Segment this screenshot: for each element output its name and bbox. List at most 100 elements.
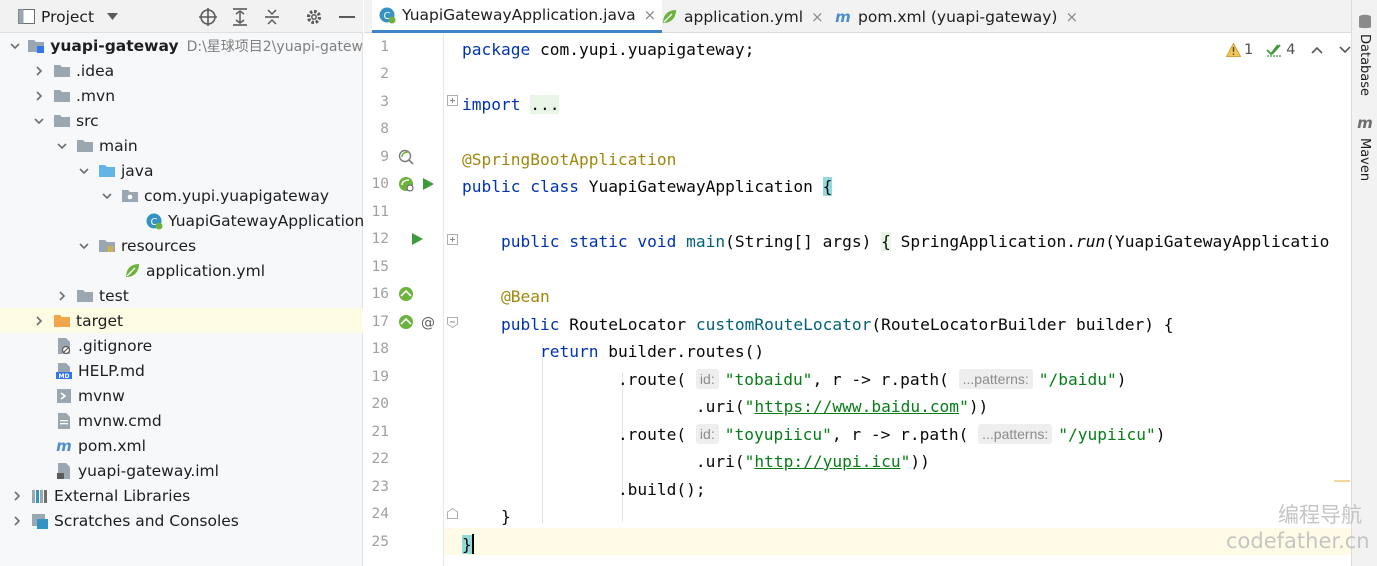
- url-link[interactable]: https://www.baidu.com: [754, 397, 959, 416]
- tree-item-label: HELP.md: [78, 361, 145, 380]
- run-icon[interactable]: [408, 230, 426, 248]
- database-icon: [1358, 14, 1372, 30]
- chevron-right-icon[interactable]: [32, 314, 46, 328]
- chevron-right-icon[interactable]: [55, 289, 69, 303]
- chevron-down-icon[interactable]: [10, 39, 20, 53]
- chevron-down-icon[interactable]: [1339, 46, 1352, 54]
- close-icon[interactable]: ×: [811, 8, 824, 26]
- line-number: 16: [371, 286, 389, 302]
- maven-tool-button[interactable]: m Maven: [1352, 114, 1377, 189]
- tree-item-package[interactable]: com.yupi.yuapigateway: [0, 183, 363, 208]
- svg-text:m: m: [1357, 114, 1373, 132]
- shell-file-icon: [55, 387, 73, 405]
- tree-item-label: yuapi-gateway: [50, 36, 179, 55]
- warning-count: 1: [1244, 42, 1254, 58]
- tree-item-iml[interactable]: yuapi-gateway.iml: [0, 458, 363, 483]
- code-editor[interactable]: package com.yupi.yuapigateway; import ..…: [444, 34, 1351, 566]
- chevron-right-icon[interactable]: [10, 489, 24, 503]
- tree-item-application-class[interactable]: C YuapiGatewayApplication: [0, 208, 363, 233]
- tree-item-test[interactable]: test: [0, 283, 363, 308]
- chevron-down-icon[interactable]: [77, 239, 91, 253]
- folder-icon: [53, 112, 71, 130]
- tree-item-src[interactable]: src: [0, 108, 363, 133]
- tree-item-yuapi-gateway[interactable]: yuapi-gateway D:\星球项目2\yuapi-gatew: [0, 33, 363, 58]
- code-line-22: .uri("http://yupi.icu")): [695, 452, 930, 471]
- svg-text:MD: MD: [59, 373, 70, 380]
- tab-yuapi-gateway-application[interactable]: C YuapiGatewayApplication.java ×: [372, 0, 663, 33]
- line-number: 22: [371, 451, 389, 467]
- tab-pom-xml[interactable]: m pom.xml (yuapi-gateway) ×: [828, 0, 1084, 33]
- scratches-icon: [31, 512, 49, 530]
- spring-bean-icon[interactable]: [397, 285, 415, 303]
- spring-context-icon[interactable]: [397, 175, 415, 193]
- tree-item-label: .gitignore: [78, 336, 153, 355]
- current-line-highlight: [444, 528, 1351, 555]
- chevron-up-icon[interactable]: [1311, 46, 1324, 54]
- hide-panel-icon[interactable]: [339, 0, 355, 33]
- line-number: 25: [371, 534, 389, 550]
- inspection-widget[interactable]: 1 4: [1226, 42, 1352, 58]
- line-number: 8: [380, 121, 389, 137]
- tree-item-label: mvnw: [78, 386, 125, 405]
- chevron-right-icon[interactable]: [32, 89, 46, 103]
- chevron-down-icon[interactable]: [100, 189, 114, 203]
- right-tool-strip: Database m Maven: [1351, 0, 1377, 566]
- tree-item-target[interactable]: target: [0, 308, 363, 333]
- database-tool-button[interactable]: Database: [1352, 10, 1377, 100]
- tree-item-gitignore[interactable]: .gitignore: [0, 333, 363, 358]
- gear-icon[interactable]: [305, 0, 323, 33]
- svg-text:m: m: [56, 437, 72, 455]
- tree-item-pom-xml[interactable]: m pom.xml: [0, 433, 363, 458]
- code-line-9: @SpringBootApplication: [462, 150, 677, 169]
- tree-item-java[interactable]: java: [0, 158, 363, 183]
- tree-item-scratches[interactable]: Scratches and Consoles: [0, 508, 363, 533]
- spring-yml-icon: [123, 262, 141, 280]
- tree-item-label: application.yml: [146, 261, 266, 280]
- package-icon: [121, 187, 139, 205]
- tree-item-label: target: [76, 311, 124, 330]
- close-icon[interactable]: ×: [1065, 8, 1078, 26]
- tree-item-label: .idea: [76, 61, 115, 80]
- tab-label: application.yml: [684, 7, 804, 26]
- parameter-hint: id:: [695, 424, 719, 444]
- line-number: 24: [371, 506, 389, 522]
- spring-bean-navigate-icon[interactable]: [397, 148, 415, 166]
- run-icon[interactable]: [419, 175, 437, 193]
- locate-file-icon[interactable]: [199, 0, 217, 33]
- tree-item-label: Scratches and Consoles: [54, 511, 239, 530]
- expand-all-icon[interactable]: [232, 0, 248, 33]
- tree-item-label: src: [76, 111, 99, 130]
- chevron-right-icon[interactable]: [10, 514, 24, 528]
- tree-item-mvnw-cmd[interactable]: mvnw.cmd: [0, 408, 363, 433]
- code-line-18: return builder.routes(): [539, 342, 765, 361]
- bean-injection-icon[interactable]: @: [419, 313, 437, 331]
- chevron-down-icon[interactable]: [32, 114, 46, 128]
- folded-imports[interactable]: ...: [530, 95, 560, 114]
- tree-item-resources[interactable]: resources: [0, 233, 363, 258]
- markdown-icon: MD: [55, 362, 73, 380]
- tree-item-mvnw[interactable]: mvnw: [0, 383, 363, 408]
- chevron-down-icon[interactable]: [55, 139, 69, 153]
- collapse-all-icon[interactable]: [264, 0, 280, 33]
- tree-item-external-libraries[interactable]: External Libraries: [0, 483, 363, 508]
- tree-item-mvn[interactable]: .mvn: [0, 83, 363, 108]
- project-view-selector[interactable]: Project: [18, 0, 119, 33]
- url-link[interactable]: http://yupi.icu: [754, 452, 900, 471]
- tree-item-idea[interactable]: .idea: [0, 58, 363, 83]
- project-panel: Project yuapi-gateway D:\星球项目2\yuapi-gat…: [0, 0, 363, 566]
- spring-bean-icon[interactable]: [397, 313, 415, 331]
- line-number: 23: [371, 479, 389, 495]
- tab-application-yml[interactable]: application.yml ×: [654, 0, 830, 33]
- tree-item-help-md[interactable]: MD HELP.md: [0, 358, 363, 383]
- warning-icon: [1226, 43, 1241, 57]
- chevron-down-icon[interactable]: [77, 164, 91, 178]
- resources-folder-icon: [98, 237, 116, 255]
- file-icon: [55, 412, 73, 430]
- tree-item-application-yml[interactable]: application.yml: [0, 258, 363, 283]
- tree-item-main[interactable]: main: [0, 133, 363, 158]
- line-number: 12: [371, 231, 389, 247]
- tab-label: YuapiGatewayApplication.java: [402, 6, 636, 24]
- maven-label: Maven: [1357, 138, 1372, 182]
- module-folder-icon: [27, 37, 45, 55]
- chevron-right-icon[interactable]: [32, 64, 46, 78]
